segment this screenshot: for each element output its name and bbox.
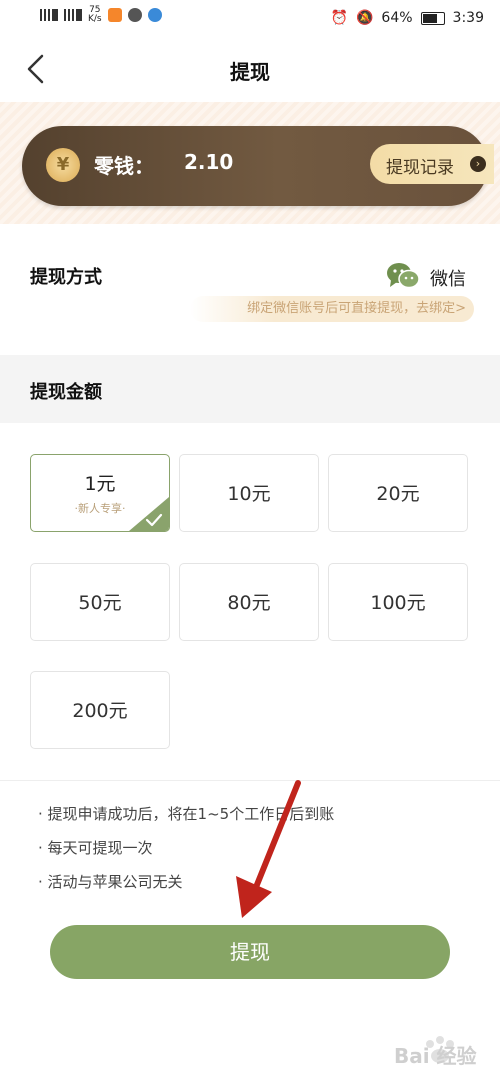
amount-section-header: 提现金额 <box>0 355 500 423</box>
amount-option-value: 1元 <box>84 473 116 495</box>
note-item: · 每天可提现一次 <box>38 839 153 857</box>
coin-yen-icon: ¥ <box>46 148 80 182</box>
withdraw-amount-title: 提现金额 <box>30 382 102 403</box>
note-item: · 活动与苹果公司无关 <box>38 873 183 891</box>
video-app-icon <box>107 8 122 22</box>
withdraw-method-title: 提现方式 <box>30 267 102 288</box>
amount-option-100[interactable]: 100元 <box>328 563 468 641</box>
amount-option-200[interactable]: 200元 <box>30 671 170 749</box>
signal-icon-2 <box>64 9 82 21</box>
signal-icon <box>40 9 58 21</box>
withdraw-record-label: 提现记录 <box>386 158 454 178</box>
network-speed: 75 K/s <box>88 6 102 24</box>
battery-percent: 64% <box>381 10 413 26</box>
status-left: 75 K/s <box>40 6 162 24</box>
amount-option-value: 100元 <box>370 592 426 614</box>
amount-option-80[interactable]: 80元 <box>179 563 319 641</box>
nav-bar: 提现 <box>0 38 500 102</box>
battery-icon <box>420 11 445 25</box>
chevron-right-icon: › <box>470 156 486 172</box>
page-title: 提现 <box>230 60 270 84</box>
amount-option-value: 20元 <box>376 483 420 505</box>
amount-option-20[interactable]: 20元 <box>328 454 468 532</box>
note-item: · 提现申请成功后，将在1~5个工作日后到账 <box>38 805 335 823</box>
amount-option-50[interactable]: 50元 <box>30 563 170 641</box>
balance-value: 2.10 <box>184 150 234 174</box>
status-right: ⏰ 🔕 64% 3:39 <box>331 10 484 26</box>
amount-option-value: 50元 <box>78 592 122 614</box>
amount-option-1[interactable]: 1元 ·新人专享· <box>30 454 170 532</box>
bind-wechat-link[interactable]: 绑定微信账号后可直接提现，去绑定> <box>190 296 474 322</box>
wechat-notify-icon <box>127 8 142 22</box>
withdraw-submit-button[interactable]: 提现 <box>50 925 450 979</box>
divider <box>0 780 500 781</box>
mute-icon: 🔕 <box>355 10 374 26</box>
network-speed-unit: K/s <box>88 14 102 24</box>
amount-option-value: 200元 <box>72 700 128 722</box>
balance-card: ¥ 零钱： 2.10 提现记录 › <box>22 126 494 206</box>
amount-option-value: 80元 <box>227 592 271 614</box>
amount-option-value: 10元 <box>227 483 271 505</box>
watermark-text: Bai 经验 <box>394 1044 477 1068</box>
wechat-label: 微信 <box>430 269 466 290</box>
browser-app-icon <box>147 8 162 22</box>
wechat-icon <box>387 263 420 289</box>
withdraw-record-button[interactable]: 提现记录 › <box>370 144 494 184</box>
alarm-icon: ⏰ <box>330 10 348 26</box>
status-bar: 75 K/s ⏰ 🔕 64% 3:39 <box>0 0 500 38</box>
balance-label: 零钱： <box>94 154 154 178</box>
clock: 3:39 <box>452 10 484 26</box>
amount-option-10[interactable]: 10元 <box>179 454 319 532</box>
notes-list: · 提现申请成功后，将在1~5个工作日后到账 · 每天可提现一次 · 活动与苹果… <box>38 803 334 905</box>
checkmark-icon <box>145 513 163 527</box>
